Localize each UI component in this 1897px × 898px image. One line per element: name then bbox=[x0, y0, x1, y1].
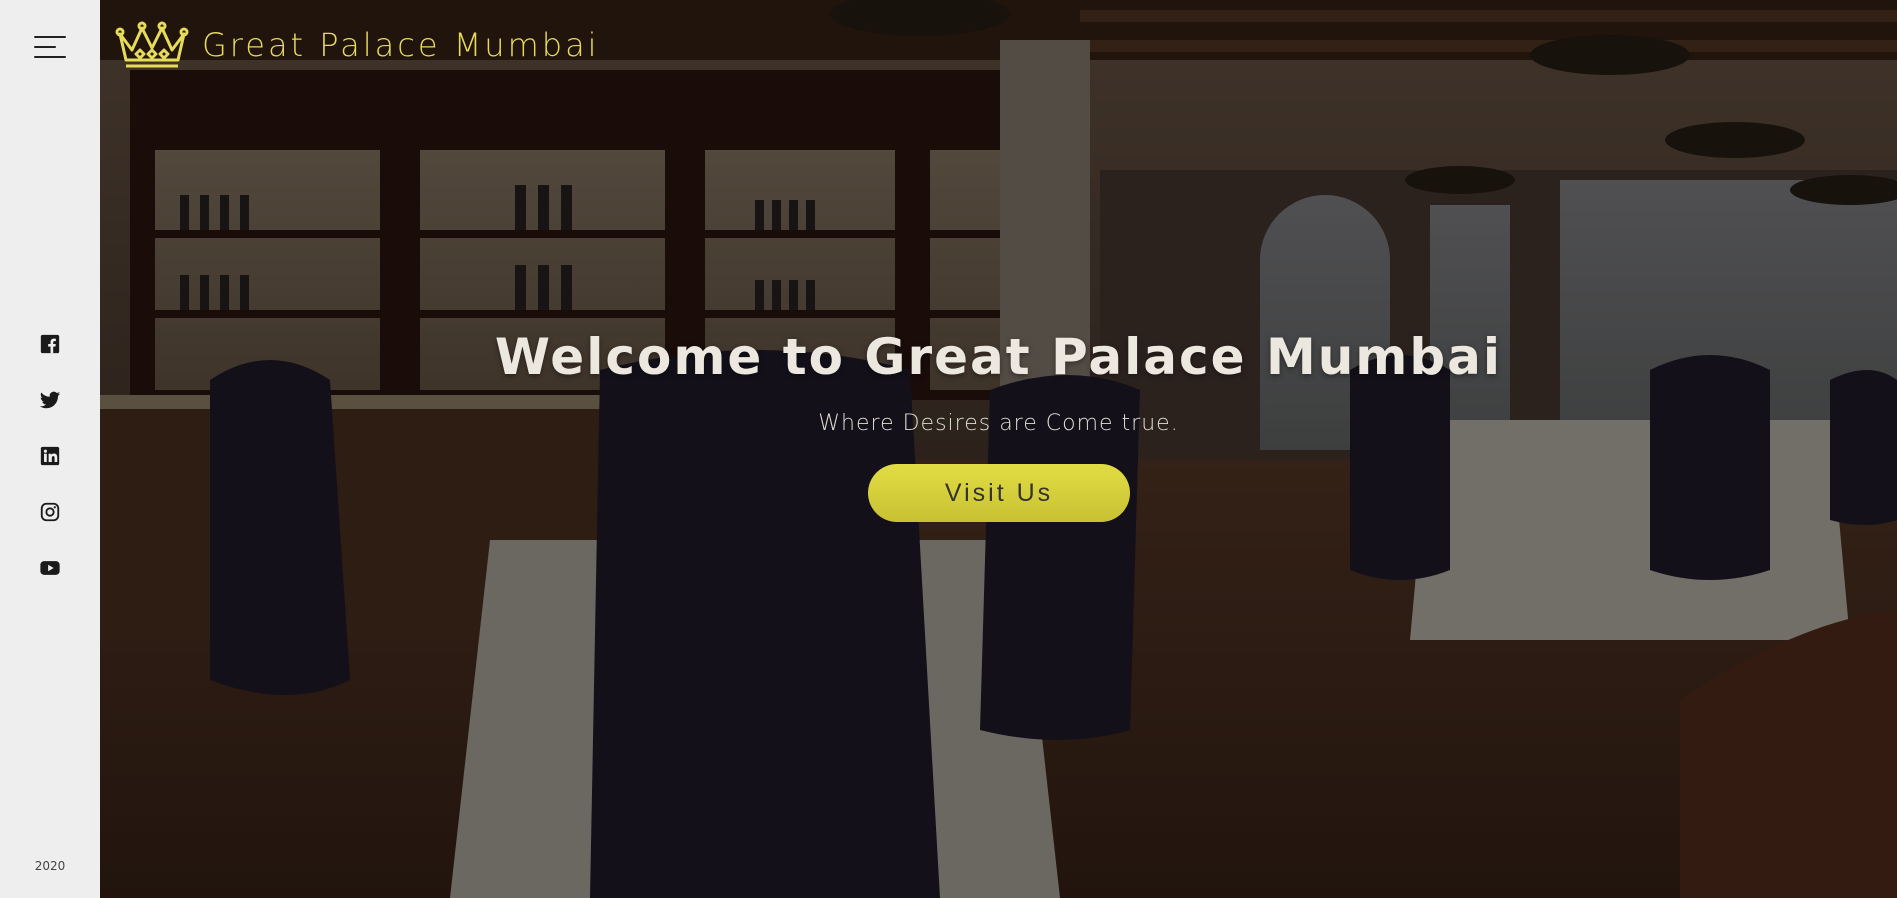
twitter-icon[interactable] bbox=[38, 389, 62, 413]
copyright-year: 2020 bbox=[34, 859, 66, 873]
sidebar: 2020 bbox=[0, 0, 100, 898]
linkedin-icon[interactable] bbox=[38, 445, 62, 469]
social-links bbox=[38, 332, 62, 613]
hamburger-menu-icon[interactable] bbox=[34, 36, 66, 60]
restaurant-interior-image bbox=[100, 0, 1897, 898]
instagram-icon[interactable] bbox=[38, 501, 62, 525]
brand-logo[interactable]: Great Palace Mumbai bbox=[112, 20, 600, 70]
crown-icon bbox=[115, 21, 189, 68]
facebook-icon[interactable] bbox=[38, 333, 62, 357]
youtube-icon[interactable] bbox=[38, 557, 62, 581]
hero-headline: Welcome to Great Palace Mumbai bbox=[494, 328, 1503, 386]
visit-us-button[interactable]: Visit Us bbox=[868, 464, 1130, 522]
hero-tagline: Where Desires are Come true. bbox=[818, 411, 1179, 436]
hero-section bbox=[100, 0, 1897, 898]
brand-name: Great Palace Mumbai bbox=[202, 26, 600, 64]
